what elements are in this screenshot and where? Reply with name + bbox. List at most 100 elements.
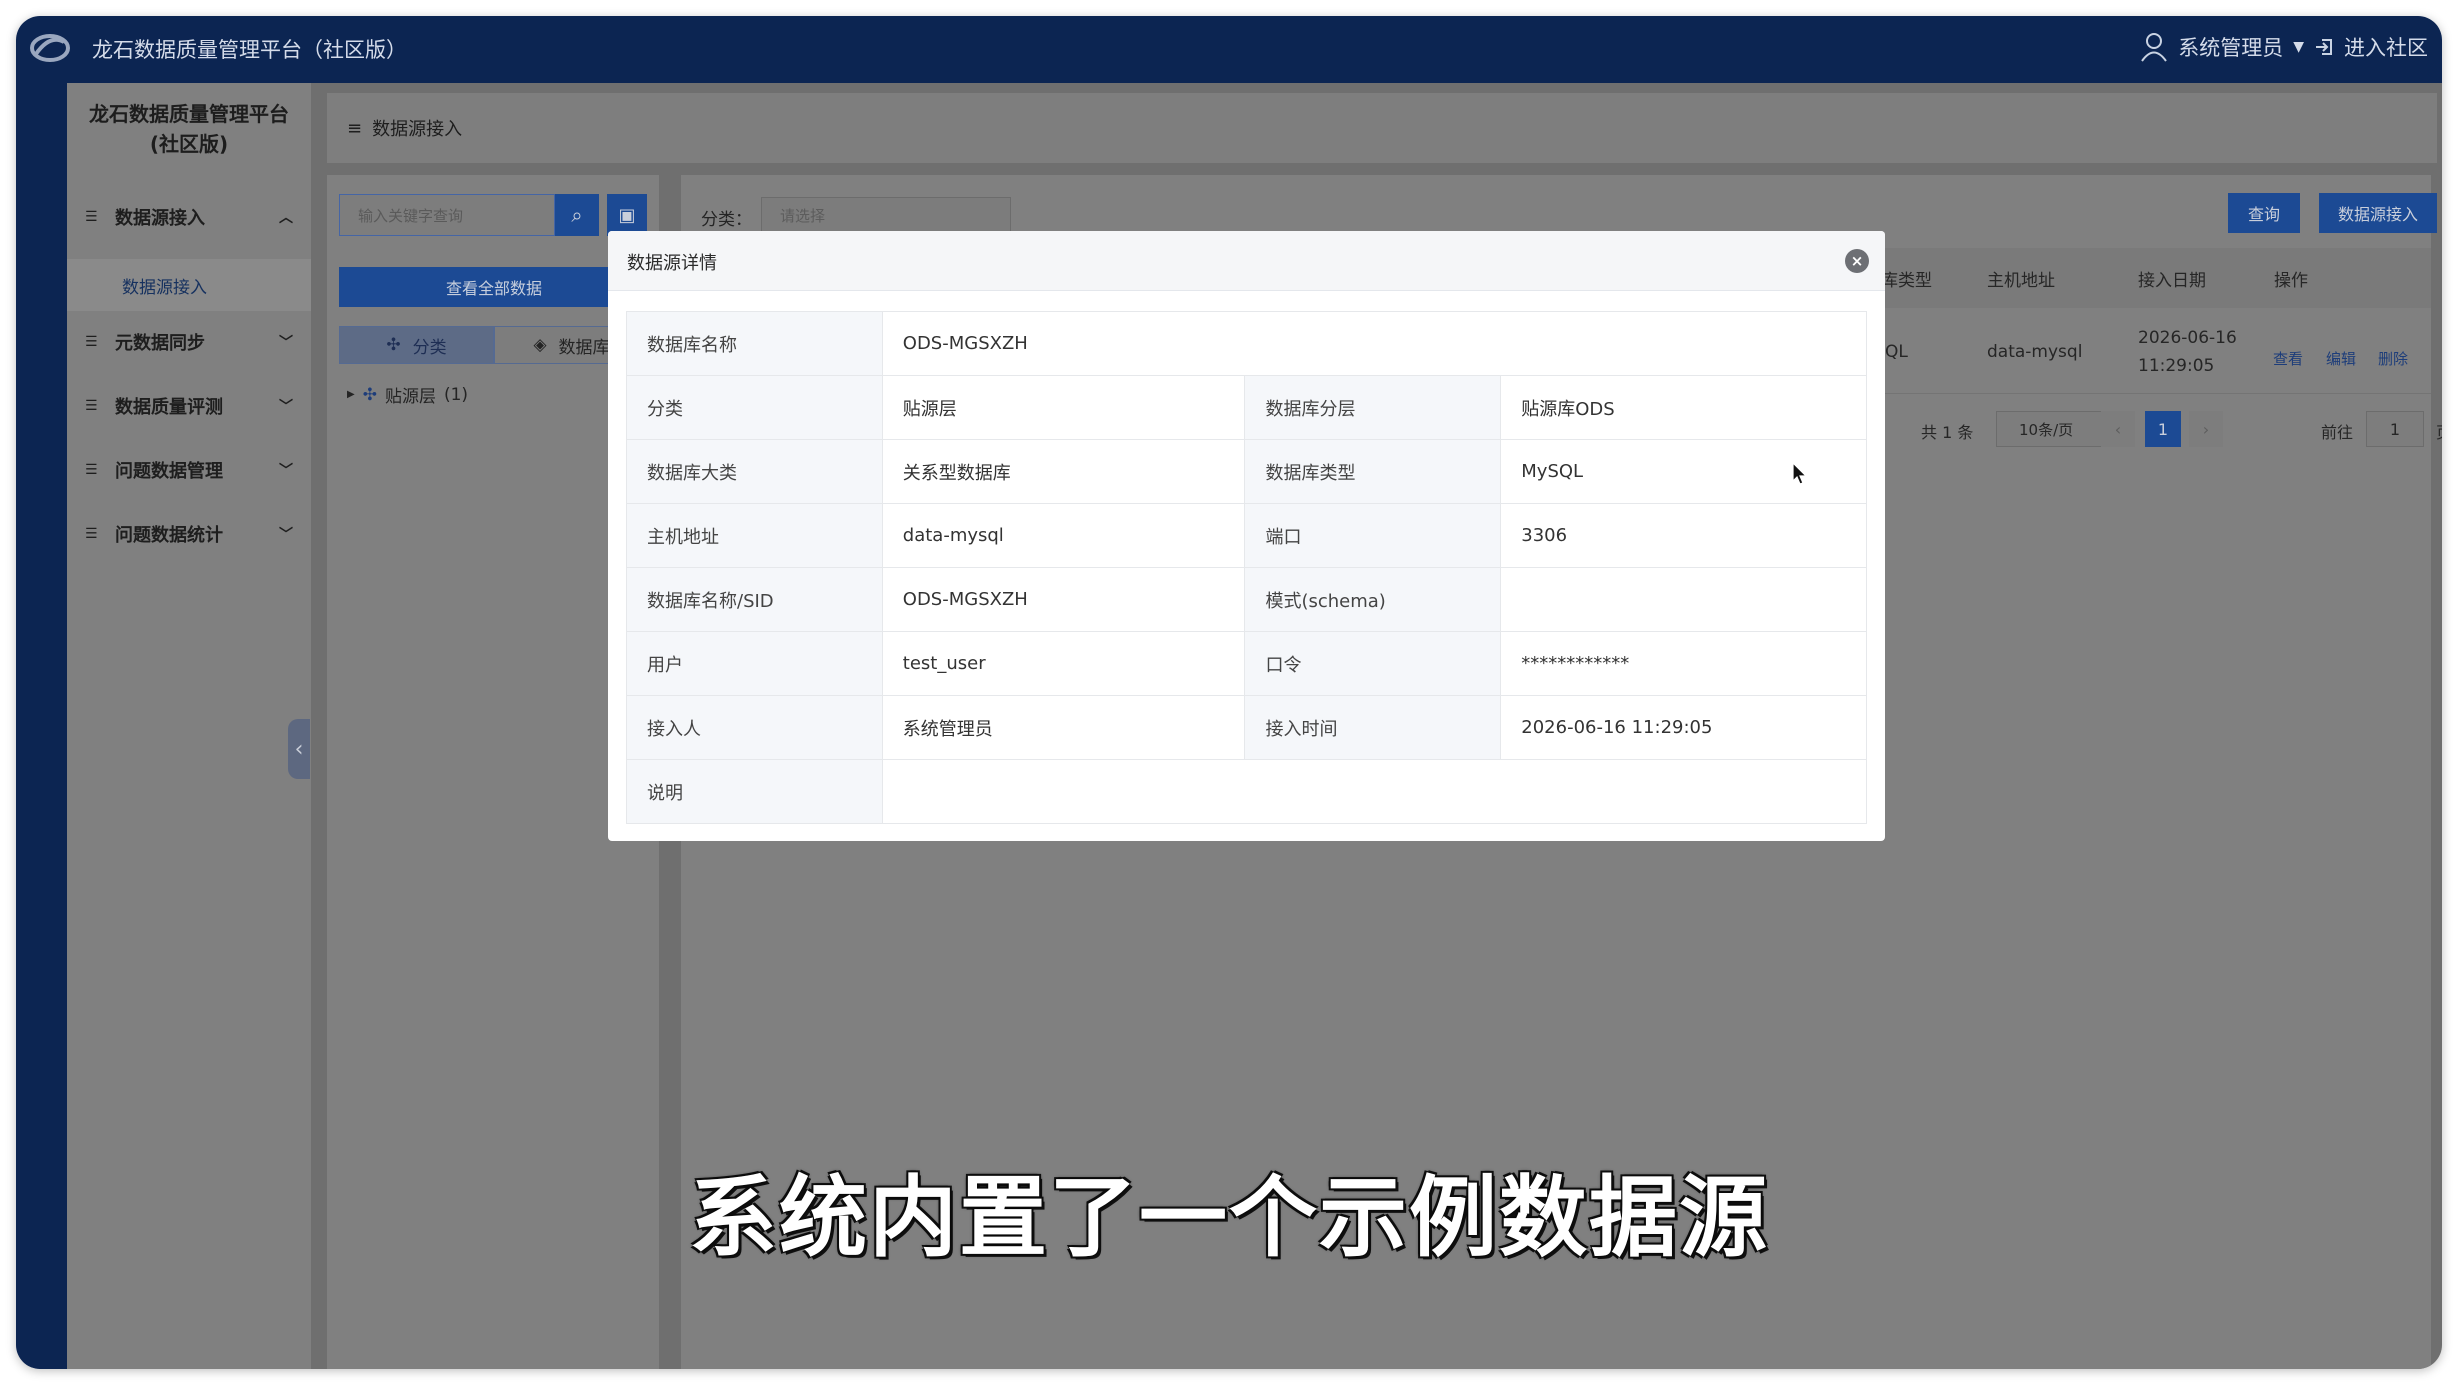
- delete-link[interactable]: 删除: [2378, 348, 2408, 369]
- list-icon: ☰: [85, 398, 98, 414]
- field-value: 系统管理员: [881, 695, 1246, 760]
- grid-icon: ✣: [362, 384, 377, 405]
- field-label: 模式(schema): [1244, 567, 1502, 632]
- user-icon: [2141, 33, 2168, 62]
- field-value: [1500, 567, 1867, 632]
- detail-row: 数据库大类 关系型数据库 数据库类型 MySQL: [626, 439, 1867, 504]
- field-label: 接入时间: [1244, 695, 1502, 760]
- sidebar-item-quality-eval[interactable]: ☰ 数据质量评测 ﹀: [67, 378, 311, 434]
- chevron-up-icon: ︿: [279, 210, 293, 226]
- field-value: 2026-06-16 11:29:05: [1500, 695, 1867, 760]
- field-value: ************: [1500, 631, 1867, 696]
- search-input[interactable]: 输入关键字查询: [339, 194, 555, 236]
- sidebar-subitem-datasource[interactable]: 数据源接入: [67, 259, 311, 311]
- goto-page-input[interactable]: 1: [2366, 411, 2424, 447]
- grid-icon: ✣: [386, 335, 401, 355]
- detail-row: 数据库名称/SID ODS-MGSXZH 模式(schema): [626, 567, 1867, 632]
- field-label: 数据库分层: [1244, 375, 1502, 440]
- field-value: 关系型数据库: [881, 439, 1246, 504]
- field-value: 贴源库ODS: [1500, 375, 1867, 440]
- field-label: 说明: [626, 759, 883, 824]
- edit-link[interactable]: 编辑: [2326, 348, 2356, 369]
- query-button[interactable]: 查询: [2228, 193, 2300, 233]
- dialog-title: 数据源详情: [627, 253, 717, 274]
- list-icon: ☰: [85, 462, 98, 478]
- field-value: MySQL: [1500, 439, 1867, 504]
- field-label: 口令: [1244, 631, 1502, 696]
- detail-row: 用户 test_user 口令 ************: [626, 631, 1867, 696]
- column-header: 主机地址: [1987, 271, 2055, 291]
- manage-icon[interactable]: ▣: [607, 194, 647, 236]
- video-subtitle: 系统内置了一个示例数据源: [688, 1166, 1769, 1269]
- tab-category[interactable]: ✣ 分类: [339, 326, 494, 364]
- detail-table: 数据库名称 ODS-MGSXZH 分类 贴源层 数据库分层 贴源库ODS 数据库…: [626, 311, 1868, 824]
- total-count: 共 1 条: [1921, 423, 1974, 442]
- cell-time: 11:29:05: [2138, 356, 2215, 376]
- mouse-cursor-icon: [1792, 462, 1808, 485]
- enter-community-link[interactable]: 进入社区: [2344, 32, 2428, 62]
- cell-date: 2026-06-16: [2138, 328, 2237, 348]
- breadcrumb: ≡ 数据源接入: [327, 93, 2437, 163]
- detail-row: 数据库名称 ODS-MGSXZH: [626, 311, 1868, 376]
- sidebar-item-datasource[interactable]: ☰ 数据源接入 ︿: [67, 189, 311, 245]
- menu-fold-icon[interactable]: ≡: [347, 118, 362, 139]
- chevron-down-icon: ﹀: [279, 335, 293, 351]
- view-link[interactable]: 查看: [2273, 348, 2303, 369]
- detail-row: 分类 贴源层 数据库分层 贴源库ODS: [626, 375, 1867, 440]
- sidebar-item-metadata-sync[interactable]: ☰ 元数据同步 ﹀: [67, 314, 311, 370]
- column-header: 接入日期: [2138, 271, 2206, 291]
- logo-icon: [30, 34, 70, 62]
- field-value: 3306: [1500, 503, 1867, 568]
- field-label: 数据库大类: [626, 439, 883, 504]
- login-icon: [2316, 39, 2332, 55]
- sidebar-item-problem-data[interactable]: ☰ 问题数据管理 ﹀: [67, 442, 311, 498]
- page-number[interactable]: 1: [2145, 411, 2181, 447]
- detail-row: 主机地址 data-mysql 端口 3306: [626, 503, 1867, 568]
- field-value: 贴源层: [881, 375, 1246, 440]
- column-header: 操作: [2274, 271, 2308, 291]
- view-all-button[interactable]: 查看全部数据: [339, 267, 649, 307]
- user-name[interactable]: 系统管理员: [2178, 32, 2283, 62]
- column-header: 库类型: [1881, 271, 1932, 291]
- detail-row: 接入人 系统管理员 接入时间 2026-06-16 11:29:05: [626, 695, 1867, 760]
- next-page-button[interactable]: ›: [2189, 411, 2223, 447]
- close-icon[interactable]: ×: [1845, 249, 1869, 273]
- list-icon: ☰: [85, 526, 98, 542]
- layers-icon: ◈: [533, 335, 547, 355]
- datasource-detail-dialog: 数据源详情 × 数据库名称 ODS-MGSXZH 分类 贴源层 数据库分层 贴源…: [608, 231, 1885, 841]
- caret-right-icon: ▶: [347, 389, 355, 400]
- goto-suffix: 页: [2436, 419, 2442, 443]
- detail-row: 说明: [626, 759, 1868, 824]
- add-datasource-button[interactable]: 数据源接入: [2319, 193, 2437, 233]
- tree-node-source-layer[interactable]: ▶ ✣ 贴源层 (1): [347, 382, 468, 408]
- chevron-down-icon: ﹀: [279, 527, 293, 543]
- user-area: 系统管理员 ▼ 进入社区: [2140, 32, 2428, 62]
- view-toggle: ✣ 分类 ◈ 数据库: [339, 326, 649, 364]
- search-icon[interactable]: ⌕: [555, 194, 599, 236]
- field-label: 数据库名称/SID: [626, 567, 883, 632]
- field-label: 数据库类型: [1244, 439, 1502, 504]
- dialog-header: 数据源详情 ×: [608, 231, 1885, 291]
- field-label: 接入人: [626, 695, 883, 760]
- goto-label: 前往: [2321, 423, 2354, 442]
- sidebar-item-problem-stats[interactable]: ☰ 问题数据统计 ﹀: [67, 506, 311, 562]
- field-value: test_user: [881, 631, 1246, 696]
- list-icon: ☰: [85, 209, 98, 225]
- field-label: 端口: [1244, 503, 1502, 568]
- field-label: 主机地址: [626, 503, 883, 568]
- field-label: 分类: [626, 375, 883, 440]
- field-label: 用户: [626, 631, 883, 696]
- field-value: ODS-MGSXZH: [881, 567, 1246, 632]
- field-value: ODS-MGSXZH: [881, 311, 1868, 376]
- prev-page-button[interactable]: ‹: [2101, 411, 2135, 447]
- app-title: 龙石数据质量管理平台（社区版）: [92, 38, 407, 62]
- cell-db-type: QL: [1885, 342, 1908, 362]
- cell-host: data-mysql: [1987, 342, 2083, 362]
- chevron-down-icon: ﹀: [279, 399, 293, 415]
- field-label: 数据库名称: [626, 311, 883, 376]
- category-select[interactable]: 请选择: [761, 197, 1011, 233]
- sidebar-title: 龙石数据质量管理平台 (社区版): [89, 102, 289, 156]
- sidebar-collapse-toggle[interactable]: ‹: [288, 719, 310, 779]
- field-value: [881, 759, 1868, 824]
- chevron-down-icon[interactable]: ▼: [2293, 39, 2304, 55]
